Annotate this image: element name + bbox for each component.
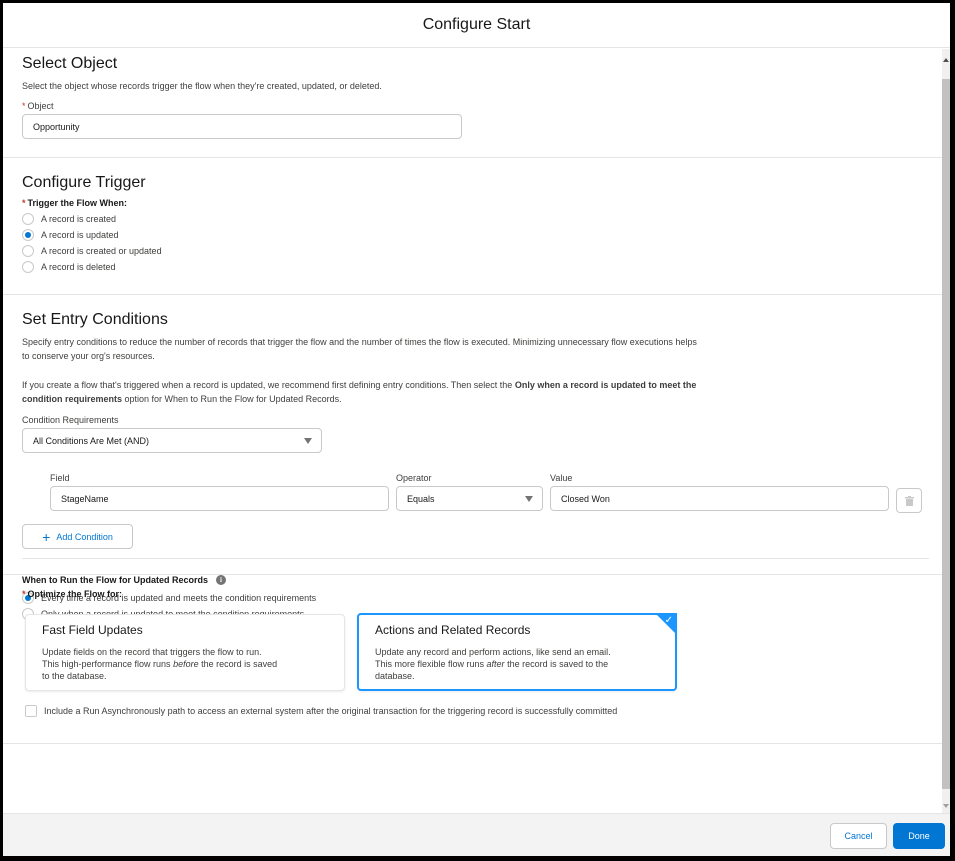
radio-label: A record is deleted (41, 262, 116, 272)
tile-actions-related-records[interactable]: ✓ Actions and Related Records Update any… (357, 613, 677, 691)
object-label: * Object (22, 101, 54, 111)
radio-label: A record is created or updated (41, 246, 162, 256)
trigger-option[interactable]: A record is created (22, 211, 923, 227)
select-object-description: Select the object whose records trigger … (22, 81, 382, 91)
condition-row: Field StageName Operator Equals Value Cl… (50, 473, 923, 513)
trash-icon (904, 495, 914, 506)
scrollbar[interactable] (942, 49, 950, 813)
modal-footer: Cancel Done (3, 813, 950, 856)
done-button[interactable]: Done (893, 823, 945, 849)
entry-conditions-description: Specify entry conditions to reduce the n… (22, 337, 697, 361)
scroll-up-arrow-icon[interactable] (943, 58, 949, 62)
async-checkbox[interactable] (25, 705, 37, 717)
modal-body: Select Object Select the object whose re… (3, 49, 950, 813)
operator-label: Operator (396, 473, 432, 483)
modal-header: Configure Start (3, 3, 950, 48)
divider (22, 558, 929, 559)
async-option: Include a Run Asynchronously path to acc… (25, 705, 617, 717)
check-icon: ✓ (664, 615, 673, 626)
cancel-button[interactable]: Cancel (830, 823, 887, 849)
field-label: Field (50, 473, 70, 483)
radio-label: A record is updated (41, 230, 119, 240)
trigger-radio-group: A record is created A record is updated A … (22, 211, 923, 275)
radio-button[interactable] (22, 261, 34, 273)
field-input[interactable]: StageName (50, 486, 389, 511)
scrollbar-thumb[interactable] (942, 79, 950, 789)
entry-conditions-section: Set Entry Conditions Specify entry condi… (3, 295, 942, 620)
plus-icon: + (42, 528, 51, 545)
radio-label: A record is created (41, 214, 117, 224)
select-object-heading: Select Object (22, 55, 118, 72)
required-marker: * (22, 101, 26, 111)
trigger-option[interactable]: A record is created or updated (22, 243, 923, 259)
condition-requirements-label: Condition Requirements (22, 415, 119, 425)
trigger-option[interactable]: A record is deleted (22, 259, 923, 275)
value-input[interactable]: Closed Won (550, 486, 889, 511)
chevron-down-icon (525, 496, 533, 502)
optimize-section: * Optimize the Flow for: Fast Field Updat… (3, 574, 942, 744)
configure-start-modal: Configure Start Select Object Select the… (3, 3, 950, 856)
tile-fast-field-updates[interactable]: Fast Field Updates Update fields on the … (25, 614, 345, 691)
trigger-option[interactable]: A record is updated (22, 227, 923, 243)
modal-title: Configure Start (422, 16, 531, 33)
radio-button[interactable] (22, 229, 34, 241)
configure-trigger-section: Configure Trigger * Trigger the Flow When… (3, 158, 942, 295)
trigger-label: * Trigger the Flow When: (22, 198, 128, 208)
entry-conditions-heading: Set Entry Conditions (22, 311, 168, 328)
async-label: Include a Run Asynchronously path to acc… (44, 706, 618, 716)
radio-button[interactable] (22, 213, 34, 225)
object-input[interactable]: Opportunity (22, 114, 462, 139)
select-object-section: Select Object Select the object whose re… (3, 49, 942, 158)
scroll-down-arrow-icon[interactable] (943, 804, 949, 808)
entry-conditions-note: If you create a flow that's triggered wh… (22, 380, 697, 404)
condition-requirements-select[interactable]: All Conditions Are Met (AND) (22, 428, 322, 453)
radio-button[interactable] (22, 245, 34, 257)
add-condition-button[interactable]: + Add Condition (22, 524, 133, 549)
delete-condition-button[interactable] (896, 488, 922, 513)
value-label: Value (550, 473, 573, 483)
chevron-down-icon (304, 438, 312, 444)
operator-select[interactable]: Equals (396, 486, 543, 511)
configure-trigger-heading: Configure Trigger (22, 174, 146, 191)
optimize-label: * Optimize the Flow for: (22, 589, 123, 599)
